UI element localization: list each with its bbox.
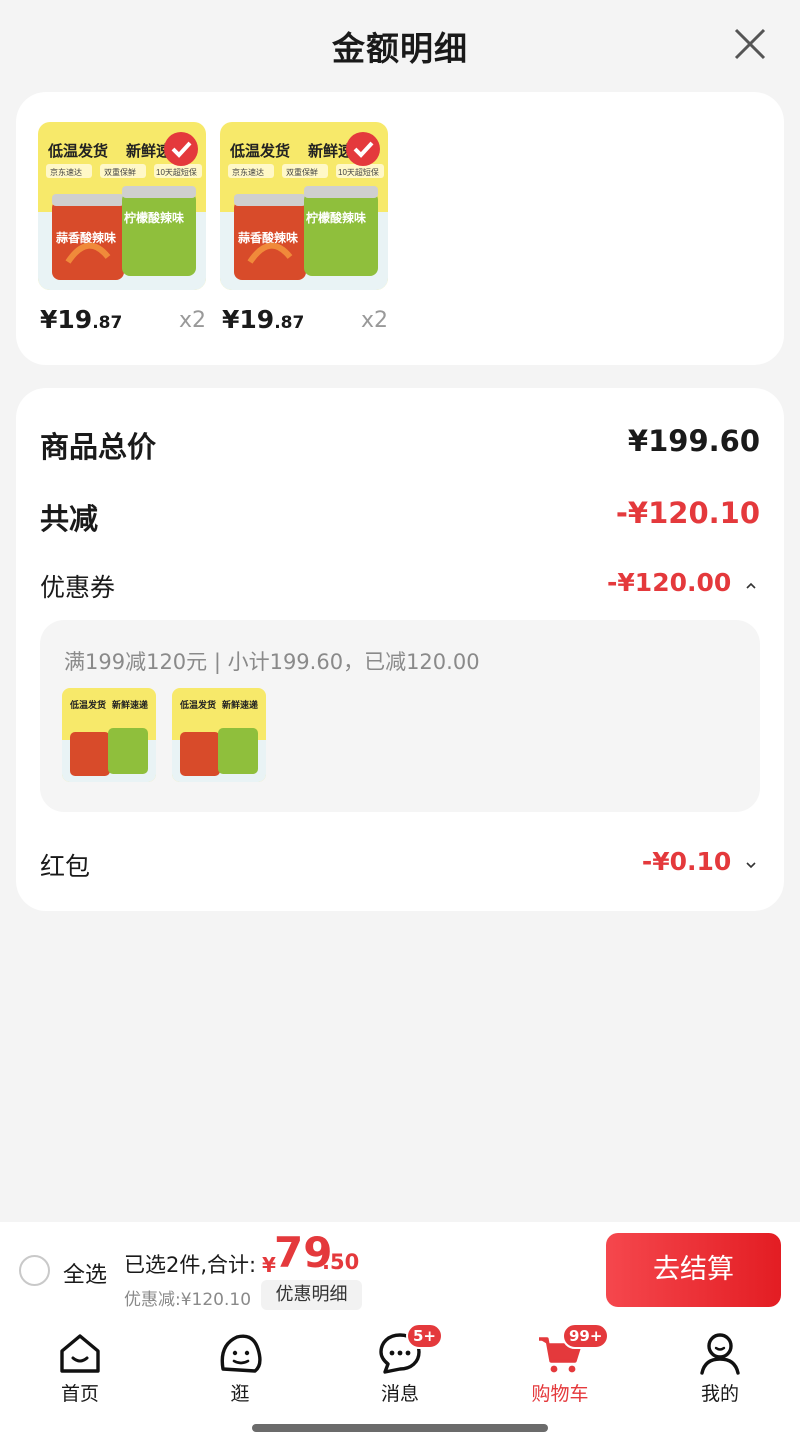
select-all-label[interactable]: 全选	[63, 1257, 107, 1289]
cart-badge: 99+	[562, 1323, 610, 1349]
svg-text:双重保鲜: 双重保鲜	[104, 167, 136, 177]
svg-text:双重保鲜: 双重保鲜	[286, 167, 318, 177]
red-packet-value[interactable]: -¥0.10	[642, 847, 756, 876]
goods-total-value: ¥199.60	[627, 424, 760, 458]
coupon-label: 优惠券	[40, 573, 116, 602]
product-image[interactable]: 低温发货 新鲜速 京东速达 双重保鲜 10天超短保 蒜香酸辣味 柠檬酸辣味	[38, 122, 206, 290]
products-card: 低温发货 新鲜速 京东速达 双重保鲜 10天超短保 蒜香酸辣味 柠檬酸辣味 ¥1…	[16, 92, 784, 365]
message-badge: 5+	[406, 1323, 444, 1349]
svg-text:新鲜速递: 新鲜速递	[112, 699, 148, 710]
svg-text:柠檬酸辣味: 柠檬酸辣味	[124, 210, 184, 225]
svg-text:低温发货: 低温发货	[179, 699, 216, 710]
tab-label: 购物车	[531, 1383, 589, 1405]
svg-text:低温发货: 低温发货	[47, 142, 108, 160]
svg-text:低温发货: 低温发货	[229, 142, 290, 160]
coupon-description: 满199减120元 | 小计199.60，已减120.00	[64, 650, 480, 674]
chevron-up-icon[interactable]	[746, 581, 756, 591]
tab-cart[interactable]: 99+ 购物车	[480, 1319, 640, 1419]
product-price: ¥19.87	[40, 305, 123, 334]
selected-check-icon[interactable]	[164, 132, 198, 166]
tab-label: 首页	[60, 1383, 99, 1405]
selected-summary: 已选2件,合计:	[124, 1253, 257, 1277]
svg-text:柠檬酸辣味: 柠檬酸辣味	[306, 210, 366, 225]
page-title: 金额明细	[332, 29, 468, 68]
coupon-product-thumbnail: 低温发货 新鲜速递	[62, 688, 156, 782]
amount-summary-card: 商品总价 ¥199.60 共减 -¥120.10 优惠券 -¥120.00 满1…	[16, 388, 784, 911]
product-image[interactable]: 低温发货 新鲜速 京东速达 双重保鲜 10天超短保 蒜香酸辣味 柠檬酸辣味	[220, 122, 388, 290]
total-amount-decimal: .50	[322, 1250, 360, 1274]
product-item[interactable]: 低温发货 新鲜速 京东速达 双重保鲜 10天超短保 蒜香酸辣味 柠檬酸辣味 ¥1…	[38, 122, 206, 334]
explore-icon	[220, 1334, 262, 1373]
product-quantity: x2	[360, 308, 388, 333]
svg-text:蒜香酸辣味: 蒜香酸辣味	[56, 230, 116, 245]
header: 金额明细	[0, 0, 800, 90]
goods-total-label: 商品总价	[40, 430, 157, 464]
coupon-value[interactable]: -¥120.00	[607, 568, 756, 597]
profile-icon	[700, 1333, 740, 1375]
goods-total-row: 商品总价 ¥199.60	[40, 424, 760, 464]
chevron-down-icon[interactable]	[746, 860, 756, 870]
tab-home[interactable]: 首页	[0, 1319, 160, 1419]
red-packet-row[interactable]: 红包 -¥0.10	[40, 847, 760, 883]
coupon-row[interactable]: 优惠券 -¥120.00	[40, 568, 760, 604]
svg-text:10天超短保: 10天超短保	[156, 167, 197, 177]
red-packet-label: 红包	[40, 852, 91, 881]
svg-text:京东速达: 京东速达	[50, 167, 82, 177]
total-reduction-label: 共减	[40, 502, 99, 536]
selected-check-icon[interactable]	[346, 132, 380, 166]
total-reduction-value: -¥120.10	[615, 496, 760, 530]
home-indicator[interactable]	[252, 1424, 548, 1432]
svg-text:10天超短保: 10天超短保	[338, 167, 379, 177]
svg-text:蒜香酸辣味: 蒜香酸辣味	[238, 230, 298, 245]
checkout-bar: 全选 已选2件,合计: ¥ 79 .50 优惠减:¥120.10 优惠明细 去结…	[0, 1222, 800, 1319]
discount-detail-button[interactable]: 优惠明细	[261, 1280, 362, 1310]
tab-explore[interactable]: 逛	[160, 1319, 320, 1419]
select-all-radio[interactable]	[19, 1255, 50, 1286]
coupon-product-thumbnail: 低温发货 新鲜速递	[172, 688, 266, 782]
home-icon	[60, 1334, 100, 1373]
total-reduction-row: 共减 -¥120.10	[40, 496, 760, 536]
close-icon[interactable]	[730, 24, 770, 64]
svg-text:低温发货: 低温发货	[69, 699, 106, 710]
svg-text:京东速达: 京东速达	[232, 167, 264, 177]
svg-text:新鲜速递: 新鲜速递	[222, 699, 258, 710]
tab-label: 我的	[700, 1383, 739, 1405]
tab-profile[interactable]: 我的	[640, 1319, 800, 1419]
tab-label: 逛	[230, 1383, 250, 1405]
discount-amount: 优惠减:¥120.10	[124, 1290, 252, 1310]
product-price: ¥19.87	[222, 305, 305, 334]
product-item[interactable]: 低温发货 新鲜速 京东速达 双重保鲜 10天超短保 蒜香酸辣味 柠檬酸辣味 ¥1…	[220, 122, 388, 334]
tab-label: 消息	[380, 1383, 419, 1405]
product-quantity: x2	[178, 308, 206, 333]
checkout-button[interactable]: 去结算	[606, 1233, 781, 1307]
tab-messages[interactable]: 5+ 消息	[320, 1319, 480, 1419]
coupon-detail-box: 满199减120元 | 小计199.60，已减120.00 低温发货 新鲜速递 …	[40, 620, 760, 812]
